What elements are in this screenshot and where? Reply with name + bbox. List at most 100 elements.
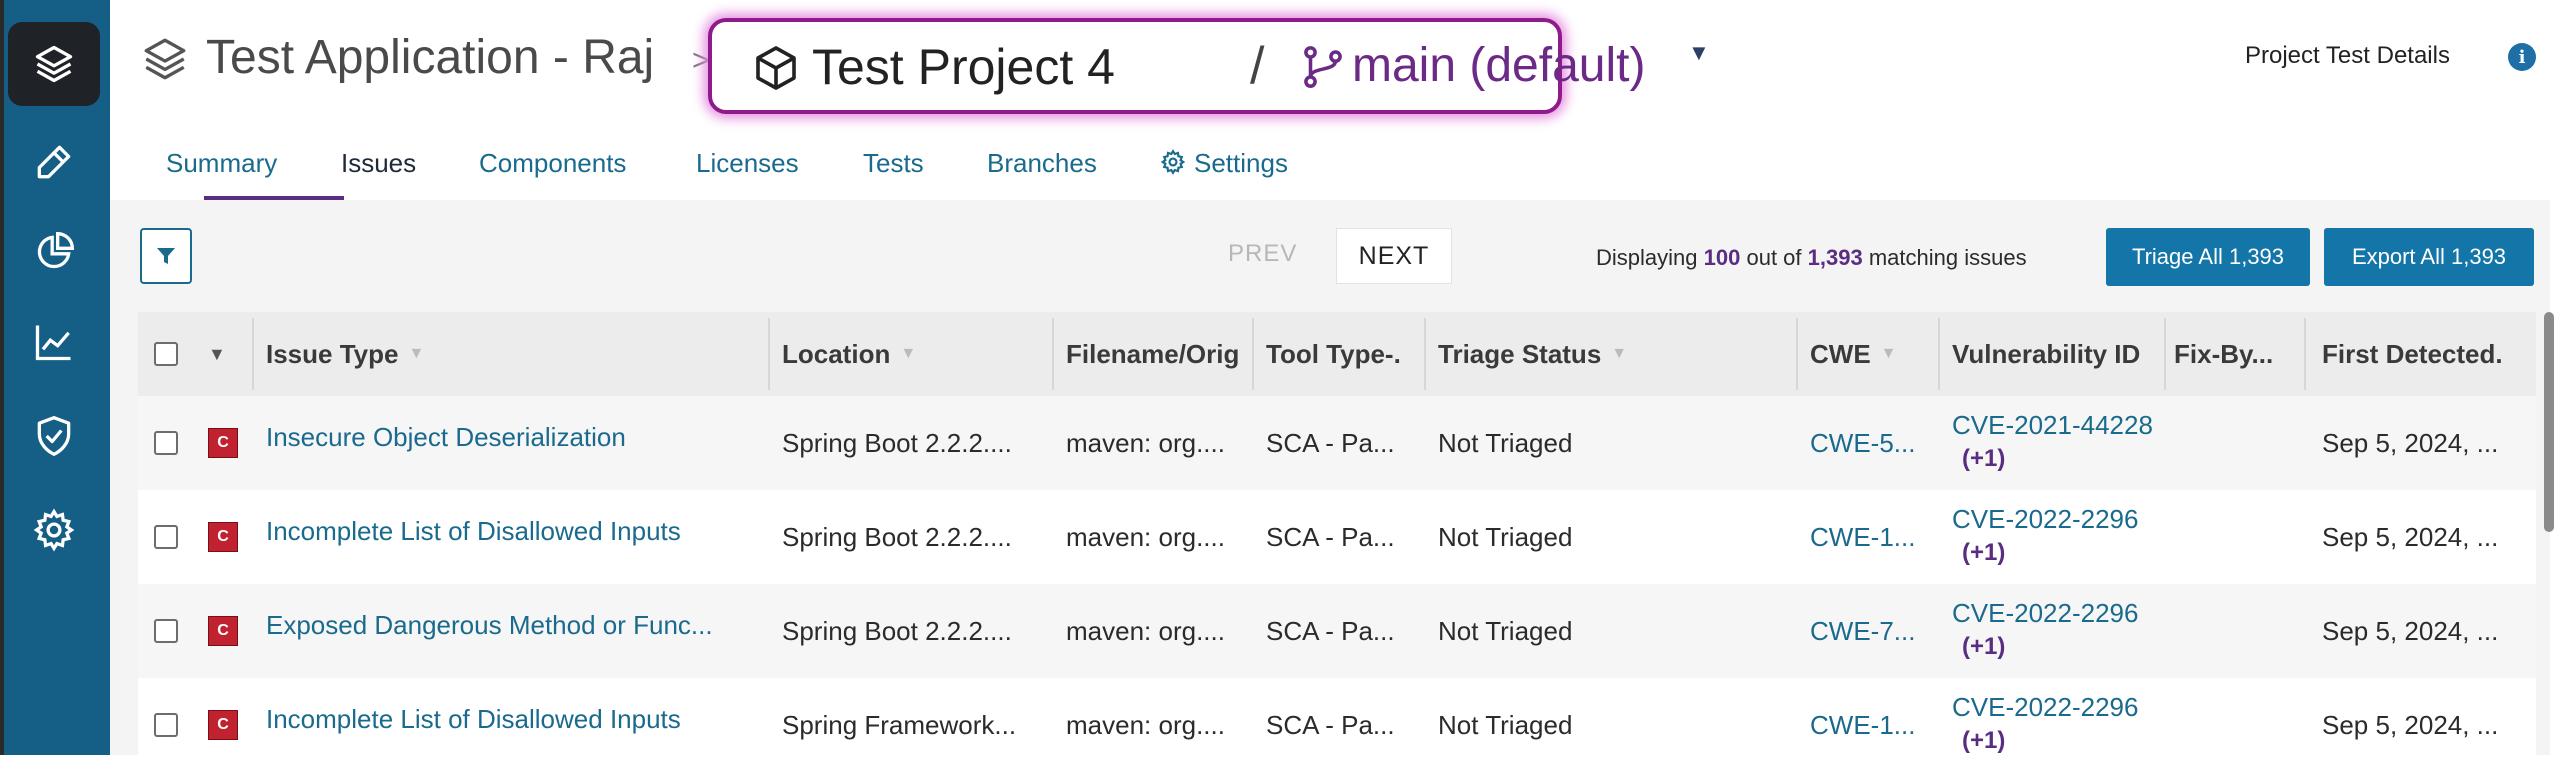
sort-caret-icon: ▼ bbox=[1611, 345, 1628, 362]
results-count: Displaying 100 out of 1,393 matching iss… bbox=[1596, 245, 2027, 270]
bulk-menu-caret[interactable]: ▼ bbox=[208, 312, 234, 396]
vulnerability-id-cell: CVE-2021-44228 (+1) bbox=[1952, 408, 2162, 476]
column-header-first-detected[interactable]: First Detected. bbox=[2322, 312, 2534, 396]
fix-by-cell bbox=[2174, 396, 2294, 490]
row-checkbox[interactable] bbox=[154, 431, 178, 455]
filter-icon bbox=[157, 248, 175, 264]
location-cell: Spring Boot 2.2.2.... bbox=[782, 427, 1012, 458]
row-checkbox[interactable] bbox=[154, 713, 178, 737]
column-header-location[interactable]: Location ▼ bbox=[782, 312, 962, 396]
vulnerability-id-link[interactable]: CVE-2022-2296 bbox=[1952, 502, 2162, 536]
tool-type-cell: SCA - Pa... bbox=[1266, 427, 1395, 458]
additional-ids-count[interactable]: (+1) bbox=[1952, 536, 2162, 570]
fix-by-cell bbox=[2174, 584, 2294, 678]
column-header-filename[interactable]: Filename/Orig bbox=[1066, 312, 1250, 396]
sidebar-item-analytics[interactable] bbox=[8, 298, 100, 386]
sort-caret-icon: ▼ bbox=[1880, 345, 1897, 362]
project-branch-highlight: Test Project 4 / main (default) bbox=[708, 18, 1645, 114]
fix-by-cell bbox=[2174, 678, 2294, 772]
cwe-link[interactable]: CWE-5... bbox=[1810, 396, 1930, 490]
gear-icon bbox=[1160, 149, 1186, 175]
additional-ids-count[interactable]: (+1) bbox=[1952, 630, 2162, 664]
triage-status-cell: Not Triaged bbox=[1438, 709, 1573, 740]
filename-cell: maven: org.... bbox=[1066, 521, 1225, 552]
severity-critical-badge: C bbox=[208, 428, 238, 458]
sidebar-item-settings[interactable] bbox=[8, 486, 100, 574]
table-row[interactable]: C Exposed Dangerous Method or Func... Sp… bbox=[138, 584, 2536, 678]
tab-tests[interactable]: Tests bbox=[863, 148, 924, 198]
location-cell: Spring Boot 2.2.2.... bbox=[782, 521, 1012, 552]
cube-icon bbox=[756, 46, 796, 90]
column-header-tool-type[interactable]: Tool Type-. bbox=[1266, 312, 1416, 396]
vulnerability-id-link[interactable]: CVE-2022-2296 bbox=[1952, 690, 2162, 724]
severity-critical-badge: C bbox=[208, 522, 238, 552]
pie-chart-icon bbox=[37, 232, 74, 269]
next-page-button[interactable]: NEXT bbox=[1336, 228, 1452, 284]
sort-caret-icon: ▼ bbox=[408, 345, 425, 362]
gear-icon bbox=[33, 508, 75, 552]
vulnerability-id-cell: CVE-2022-2296 (+1) bbox=[1952, 502, 2162, 570]
tab-settings-label: Settings bbox=[1194, 148, 1288, 178]
vulnerability-id-link[interactable]: CVE-2021-44228 bbox=[1952, 408, 2162, 442]
triage-all-button[interactable]: Triage All 1,393 bbox=[2106, 228, 2310, 286]
table-row[interactable]: C Incomplete List of Disallowed Inputs S… bbox=[138, 490, 2536, 584]
fix-by-cell bbox=[2174, 490, 2294, 584]
vulnerability-id-link[interactable]: CVE-2022-2296 bbox=[1952, 596, 2162, 630]
branch-selector[interactable]: main (default) bbox=[1352, 38, 1645, 93]
sidebar-item-applications[interactable] bbox=[8, 22, 100, 106]
table-row[interactable]: C Incomplete List of Disallowed Inputs S… bbox=[138, 678, 2536, 772]
table-header: ▼ Issue Type ▼ Location ▼ Filename/Orig To… bbox=[138, 312, 2536, 396]
issue-type-link[interactable]: Insecure Object Deserialization bbox=[266, 396, 756, 490]
sidebar-item-triage[interactable] bbox=[8, 118, 100, 206]
column-header-issue-type[interactable]: Issue Type ▼ bbox=[266, 312, 606, 396]
additional-ids-count[interactable]: (+1) bbox=[1952, 442, 2162, 476]
column-header-vulnerability-id[interactable]: Vulnerability ID bbox=[1952, 312, 2162, 396]
select-all-checkbox[interactable] bbox=[154, 342, 178, 366]
trend-chart-icon bbox=[35, 325, 71, 361]
tab-issues[interactable]: Issues bbox=[341, 148, 416, 198]
row-checkbox[interactable] bbox=[154, 619, 178, 643]
issue-type-link[interactable]: Incomplete List of Disallowed Inputs bbox=[266, 678, 756, 772]
project-test-details-link[interactable]: Project Test Details bbox=[2245, 42, 2450, 70]
triage-status-cell: Not Triaged bbox=[1438, 427, 1573, 458]
vulnerability-id-cell: CVE-2022-2296 (+1) bbox=[1952, 596, 2162, 664]
git-branch-icon bbox=[1304, 46, 1342, 88]
sort-caret-icon: ▼ bbox=[900, 345, 917, 362]
row-checkbox[interactable] bbox=[154, 525, 178, 549]
cwe-link[interactable]: CWE-1... bbox=[1810, 490, 1930, 584]
tab-components[interactable]: Components bbox=[479, 148, 626, 198]
tab-licenses[interactable]: Licenses bbox=[696, 148, 799, 198]
table-scrollbar[interactable] bbox=[2544, 312, 2554, 532]
layers-icon bbox=[35, 45, 73, 83]
export-all-button[interactable]: Export All 1,393 bbox=[2324, 228, 2534, 286]
column-divider bbox=[1796, 318, 1798, 390]
prev-page-button[interactable]: PREV bbox=[1228, 240, 1297, 268]
column-divider bbox=[2164, 318, 2166, 390]
sidebar-item-reports[interactable] bbox=[8, 208, 100, 296]
additional-ids-count[interactable]: (+1) bbox=[1952, 724, 2162, 758]
table-row[interactable]: C Insecure Object Deserialization Spring… bbox=[138, 396, 2536, 490]
column-divider bbox=[252, 318, 254, 390]
branch-dropdown-caret[interactable]: ▼ bbox=[1688, 40, 1710, 66]
filter-button[interactable] bbox=[140, 228, 192, 284]
sidebar-item-security[interactable] bbox=[8, 392, 100, 480]
filename-cell: maven: org.... bbox=[1066, 427, 1225, 458]
column-divider bbox=[1252, 318, 1254, 390]
breadcrumb-slash: / bbox=[1250, 37, 1265, 95]
pencil-icon bbox=[37, 145, 71, 179]
column-header-cwe[interactable]: CWE ▼ bbox=[1810, 312, 1920, 396]
column-header-triage-status[interactable]: Triage Status ▼ bbox=[1438, 312, 1678, 396]
tab-summary[interactable]: Summary bbox=[166, 148, 277, 198]
cwe-link[interactable]: CWE-1... bbox=[1810, 678, 1930, 772]
application-title[interactable]: Test Application - Raj bbox=[206, 30, 654, 85]
first-detected-cell: Sep 5, 2024, ... bbox=[2322, 709, 2499, 740]
layers-icon bbox=[144, 38, 186, 80]
tab-settings[interactable]: Settings bbox=[1160, 148, 1288, 198]
column-header-fix-by[interactable]: Fix-By... bbox=[2174, 312, 2294, 396]
tab-branches[interactable]: Branches bbox=[987, 148, 1097, 198]
issue-type-link[interactable]: Incomplete List of Disallowed Inputs bbox=[266, 490, 756, 584]
info-icon[interactable]: i bbox=[2508, 43, 2536, 71]
cwe-link[interactable]: CWE-7... bbox=[1810, 584, 1930, 678]
project-title[interactable]: Test Project 4 bbox=[812, 38, 1115, 96]
issue-type-link[interactable]: Exposed Dangerous Method or Func... bbox=[266, 584, 766, 678]
